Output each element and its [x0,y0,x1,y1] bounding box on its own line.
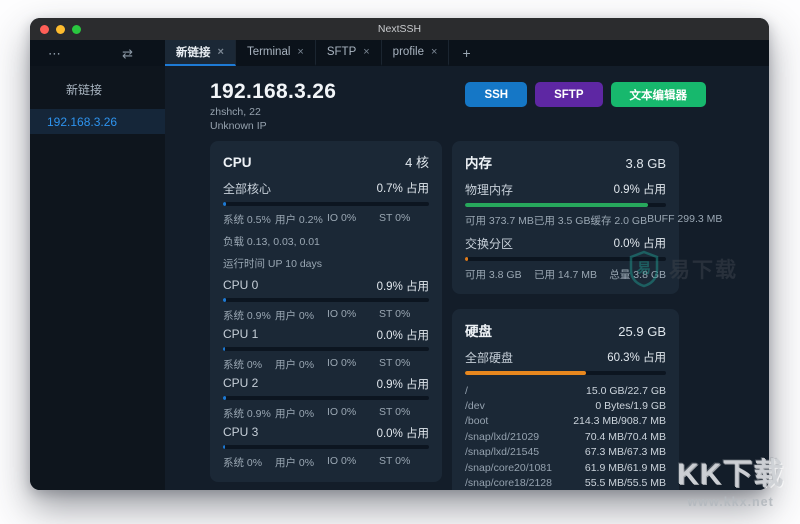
close-tab-icon[interactable]: × [297,46,303,58]
swap-usage: 0.0% 占用 [614,235,666,252]
physical-memory-label: 物理内存 [465,181,513,198]
cpu-core-bar [223,298,429,302]
disk-mount-row: /15.0 GB/22.7 GB [465,383,666,398]
cpu-uptime: 运行时间 UP 10 days [223,256,429,271]
disk-mount-row: /boot214.3 MB/908.7 MB [465,414,666,429]
cpu-load: 负载 0.13, 0.03, 0.01 [223,234,429,249]
titlebar: NextSSH [30,18,769,40]
sftp-button[interactable]: SFTP [535,82,602,107]
memory-panel: 内存 3.8 GB 物理内存 0.9% 占用 可用 373 [452,141,679,294]
tab-label: profile [393,46,424,58]
swap-label: 交换分区 [465,235,513,252]
physical-memory-usage: 0.9% 占用 [614,181,666,198]
memory-total: 3.8 GB [626,156,666,171]
page-title: 192.168.3.26 [210,79,336,105]
cpu-core-bar [223,445,429,449]
tab-sftp[interactable]: SFTP × [316,40,382,66]
tab-new-link[interactable]: 新链接 × [165,40,236,66]
swap-stats: 可用 3.8 GB已用 14.7 MB总量 3.8 GB [465,267,666,282]
cpu-core-count: 4 核 [405,152,429,171]
disk-mount-row: /snap/core20/108161.9 MB/61.9 MB [465,460,666,475]
disk-total: 25.9 GB [618,324,666,339]
disk-panel-title: 硬盘 [465,320,492,340]
tab-label: SFTP [327,46,356,58]
memory-panel-title: 内存 [465,152,492,172]
window-title: NextSSH [30,23,769,35]
new-tab-button[interactable]: + [449,40,483,66]
cpu-panel-title: CPU [223,155,252,170]
disk-mount-row: /snap/core18/212855.5 MB/55.5 MB [465,475,666,490]
close-tab-icon[interactable]: × [431,46,437,58]
text-editor-button[interactable]: 文本编辑器 [611,82,707,107]
disk-overall-bar [465,371,666,375]
host-ip-info: Unknown IP [210,119,336,133]
cpu-core-block: CPU 00.9% 占用 系统 0.9%用户 0%IO 0%ST 0% [223,278,429,323]
host-info: 192.168.3.26 zhshch, 22 Unknown IP [210,79,336,133]
cpu-core-bar [223,396,429,400]
app-window: NextSSH ⋯ ⇄ 新链接 × Terminal × SFTP × prof… [30,18,769,490]
watermark-url: www.kkx.net [677,495,784,509]
tab-label: 新链接 [176,44,211,60]
cpu-overall-bar [223,202,429,206]
physical-memory-stats: 可用 373.7 MB已用 3.5 GB缓存 2.0 GBBUFF 299.3 … [465,213,666,228]
cpu-core-bar [223,347,429,351]
tab-bar: ⋯ ⇄ 新链接 × Terminal × SFTP × profile × + [30,40,769,66]
tab-terminal[interactable]: Terminal × [236,40,316,66]
disk-mount-row: /snap/lxd/2102970.4 MB/70.4 MB [465,429,666,444]
main-content: 192.168.3.26 zhshch, 22 Unknown IP SSH S… [165,66,769,490]
host-login: zhshch, 22 [210,105,336,119]
desktop-background: NextSSH ⋯ ⇄ 新链接 × Terminal × SFTP × prof… [0,0,800,524]
disk-overall-usage: 60.3% 占用 [607,349,666,366]
sidebar-item-host[interactable]: 192.168.3.26 [30,109,165,134]
action-buttons: SSH SFTP 文本编辑器 [465,79,706,133]
sidebar-section-label: 新链接 [30,81,165,98]
cpu-panel: CPU 4 核 全部核心 0.7% 占用 系统 0.5%用 [210,141,442,482]
host-header: 192.168.3.26 zhshch, 22 Unknown IP SSH S… [210,79,769,133]
cpu-overall-usage: 0.7% 占用 [377,180,429,197]
cpu-core-block: CPU 20.9% 占用 系统 0.9%用户 0%IO 0%ST 0% [223,376,429,421]
sidebar-toolbar: ⋯ ⇄ [30,40,165,66]
close-tab-icon[interactable]: × [218,46,224,58]
tab-label: Terminal [247,46,290,58]
physical-memory-bar [465,203,666,207]
sidebar: 新链接 192.168.3.26 [30,66,165,490]
cpu-overall-label: 全部核心 [223,180,271,197]
disk-mount-row: /snap/lxd/2154567.3 MB/67.3 MB [465,445,666,460]
swap-bar [465,257,666,261]
tab-profile[interactable]: profile × [382,40,450,66]
cpu-overall-stats: 系统 0.5%用户 0.2%IO 0%ST 0% [223,212,429,227]
sync-icon[interactable]: ⇄ [122,47,133,60]
ssh-button[interactable]: SSH [465,82,527,107]
close-tab-icon[interactable]: × [363,46,369,58]
disk-mount-row: /dev0 Bytes/1.9 GB [465,398,666,413]
disk-panel: 硬盘 25.9 GB 全部硬盘 60.3% 占用 /15.0 GB/22.7 G… [452,309,679,490]
cpu-core-block: CPU 30.0% 占用 系统 0%用户 0%IO 0%ST 0% [223,425,429,470]
disk-overall-label: 全部硬盘 [465,349,513,366]
menu-ellipsis-icon[interactable]: ⋯ [48,47,61,60]
cpu-core-block: CPU 10.0% 占用 系统 0%用户 0%IO 0%ST 0% [223,327,429,372]
